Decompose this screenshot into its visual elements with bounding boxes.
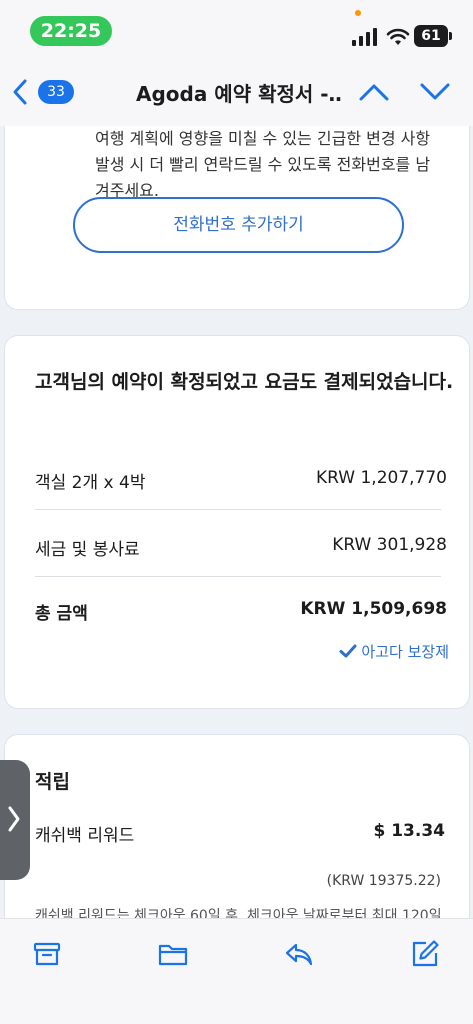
unread-count-badge[interactable]: 33 [38,80,74,104]
price-row-value: KRW 1,207,770 [315,468,447,488]
booking-confirmation-card: 고객님의 예약이 확정되었고 요금도 결제되었습니다. 객실 2개 x 4박 K… [4,335,470,709]
divider [35,576,441,577]
cashback-value: $ 13.34 [373,821,445,841]
cashback-note: 캐쉬백 리워드는 체크아웃 60일 후, 체크아웃 날짜로부터 최대 120일 [35,908,442,918]
chevron-right-icon [8,806,20,832]
cashback-row: 캐쉬백 리워드 $ 13.34 [35,821,445,849]
battery-tip [449,32,452,40]
email-body[interactable]: 여행 계획에 영향을 미칠 수 있는 긴급한 변경 사항 발생 시 더 빨리 연… [0,126,473,918]
mail-toolbar [0,918,473,1024]
rewards-title: 적립 [35,771,70,793]
compose-icon[interactable] [410,939,440,969]
price-row-total: 총 금액 KRW 1,509,698 [35,599,447,627]
next-message-chevron-down-icon[interactable] [419,80,451,104]
price-row-taxes: 세금 및 봉사료 KRW 301,928 [35,535,447,563]
privacy-indicator-dot [355,10,361,16]
archive-icon[interactable] [32,939,62,969]
back-chevron-icon[interactable] [10,78,30,106]
status-bar: 22:25 61 [0,0,473,56]
agoda-guarantee-link[interactable]: 아고다 보장제 [339,641,449,665]
previous-message-chevron-up-icon[interactable] [358,80,390,104]
price-row-rooms: 객실 2개 x 4박 KRW 1,207,770 [35,468,447,496]
divider [35,509,441,510]
checkmark-icon [339,644,357,658]
add-phone-number-button[interactable]: 전화번호 추가하기 [73,197,404,253]
folder-icon[interactable] [158,939,188,969]
cellular-signal-icon [352,28,377,46]
battery-icon: 61 [414,25,448,47]
rewards-card: 적립 캐쉬백 리워드 $ 13.34 (KRW 19375.22) 캐쉬백 리워… [4,734,470,918]
email-subject-title: Agoda 예약 확정서 -… [136,82,342,106]
price-row-label: 총 금액 [35,604,88,624]
cashback-krw-equivalent: (KRW 19375.22) [326,873,441,889]
confirmation-title: 고객님의 예약이 확정되었고 요금도 결제되었습니다. [35,371,454,393]
guarantee-label: 아고다 보장제 [361,643,449,661]
wifi-icon [386,28,410,45]
status-time[interactable]: 22:25 [30,16,112,46]
reply-icon[interactable] [284,939,314,969]
price-row-value: KRW 301,928 [332,535,447,555]
cashback-label: 캐쉬백 리워드 [35,826,135,846]
price-row-label: 객실 2개 x 4박 [35,473,146,493]
price-row-value: KRW 1,509,698 [300,599,447,619]
phone-request-description: 여행 계획에 영향을 미칠 수 있는 긴급한 변경 사항 발생 시 더 빨리 연… [95,129,431,200]
mail-nav-bar: 33 Agoda 예약 확정서 -… [0,56,473,126]
phone-request-card: 여행 계획에 영향을 미칠 수 있는 긴급한 변경 사항 발생 시 더 빨리 연… [4,126,470,310]
side-panel-handle[interactable] [0,760,30,880]
price-row-label: 세금 및 봉사료 [35,540,140,560]
